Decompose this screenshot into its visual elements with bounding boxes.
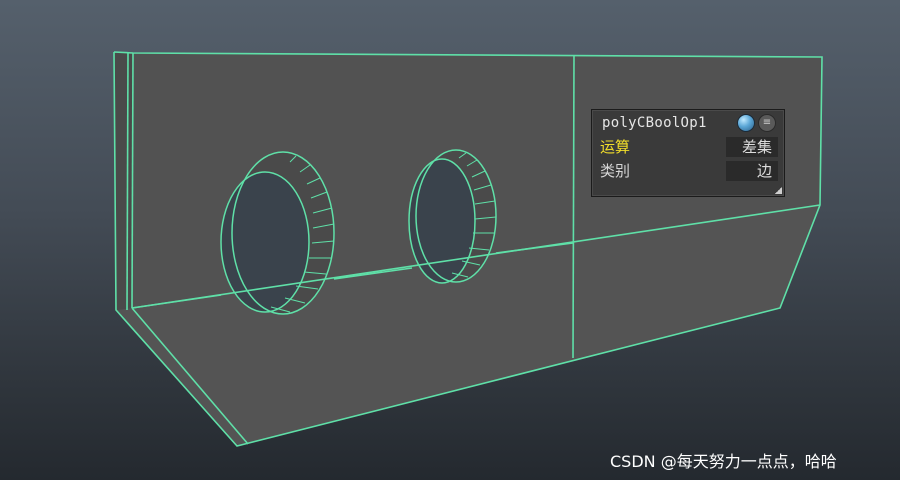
hud-row-label: 类别 <box>600 162 631 180</box>
hud-row-label: 运算 <box>600 138 631 156</box>
resize-grip-icon[interactable] <box>775 187 782 194</box>
scene-geometry[interactable] <box>0 0 900 480</box>
hud-row-value[interactable]: 边 <box>726 161 778 181</box>
left-face[interactable] <box>114 52 133 310</box>
3d-viewport[interactable]: polyCBoolOp1 ≡ 运算 差集 类别 边 CSDN @每天努力一点点，… <box>0 0 900 480</box>
watermark: CSDN @每天努力一点点，哈哈 <box>610 452 837 471</box>
hud-row-operation[interactable]: 运算 差集 <box>598 137 778 157</box>
hud-row-value[interactable]: 差集 <box>726 137 778 157</box>
hole-left-opening[interactable] <box>220 171 310 313</box>
hud-title: polyCBoolOp1 <box>602 115 707 131</box>
hud-row-type[interactable]: 类别 边 <box>598 161 778 181</box>
menu-icon[interactable]: ≡ <box>758 114 776 132</box>
sphere-shading-icon[interactable] <box>737 114 755 132</box>
boolean-op-hud[interactable]: polyCBoolOp1 ≡ 运算 差集 类别 边 <box>591 109 785 197</box>
